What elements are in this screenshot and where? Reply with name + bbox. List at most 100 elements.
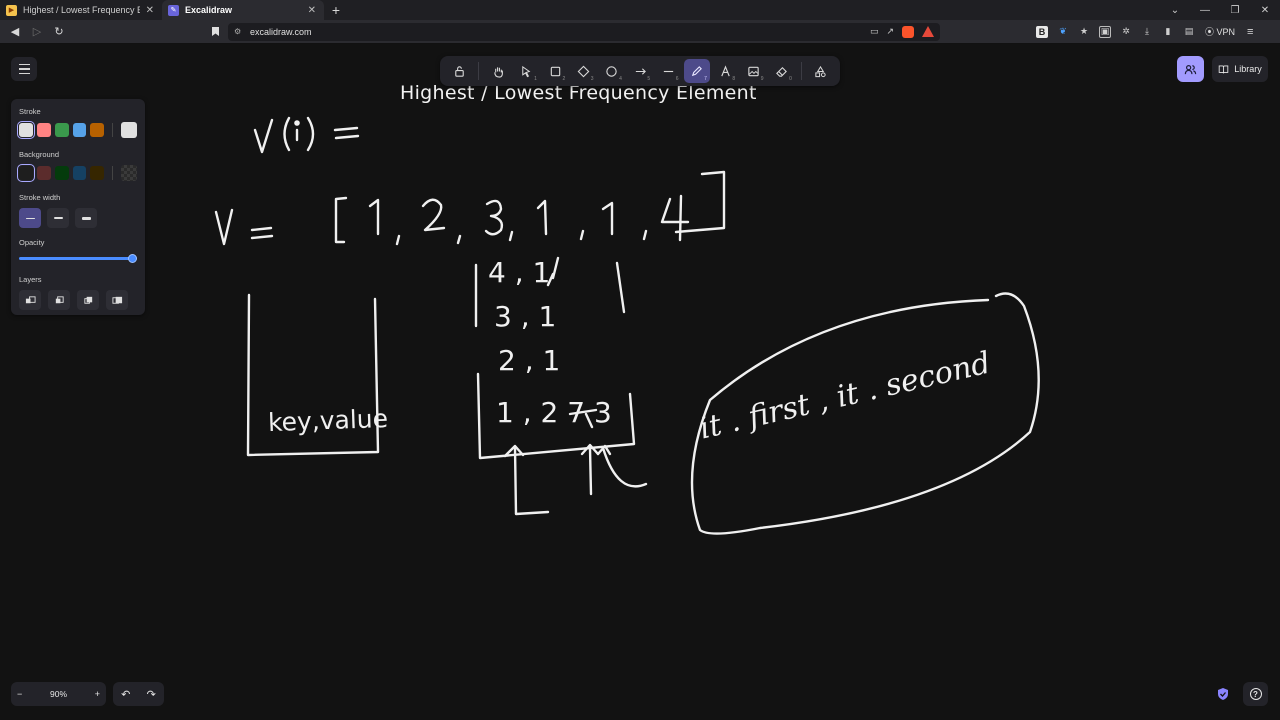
extension-icon[interactable]: ▣ bbox=[1099, 25, 1111, 38]
new-tab-button[interactable]: + bbox=[324, 0, 348, 20]
stroke-color-swatch[interactable] bbox=[72, 123, 87, 137]
window-controls: ⌄ — ❐ ✕ bbox=[1160, 0, 1280, 20]
opacity-knob[interactable] bbox=[128, 254, 137, 263]
background-color-swatch[interactable] bbox=[17, 164, 35, 182]
background-color-swatch[interactable] bbox=[90, 166, 105, 180]
tab-favicon: ▶ bbox=[6, 4, 17, 16]
brave-shields-icon[interactable] bbox=[902, 25, 914, 38]
extension-icons: B ❦ ★ ▣ ✲ ⤓ ▮ ▤ bbox=[1036, 25, 1195, 38]
selection-tool-button[interactable]: 1 bbox=[514, 59, 540, 83]
draw-tool-button[interactable]: 7 bbox=[683, 59, 710, 83]
zoom-reset-button[interactable]: 90% bbox=[50, 689, 67, 699]
tab-close-icon[interactable]: ✕ bbox=[140, 5, 154, 16]
stroke-color-swatch[interactable] bbox=[90, 123, 105, 137]
help-button[interactable]: ? bbox=[1243, 682, 1268, 706]
current-background-color[interactable] bbox=[121, 165, 138, 181]
ellipse-tool-button[interactable]: 4 bbox=[599, 59, 625, 83]
lock-icon bbox=[454, 65, 464, 77]
zoom-out-button[interactable]: − bbox=[17, 689, 22, 699]
collaborate-button[interactable] bbox=[1177, 56, 1204, 82]
eraser-icon bbox=[776, 66, 788, 77]
stroke-width-label: Stroke width bbox=[19, 193, 61, 202]
share-icon[interactable]: ↗ bbox=[886, 26, 894, 37]
line-icon bbox=[663, 70, 674, 72]
bring-to-front-icon bbox=[111, 296, 122, 304]
stroke-width-extra-bold[interactable] bbox=[75, 208, 97, 228]
arrow-icon bbox=[635, 67, 646, 75]
hand-tool-button[interactable] bbox=[485, 59, 511, 83]
background-color-swatch[interactable] bbox=[54, 166, 69, 180]
install-app-icon[interactable]: ▭ bbox=[870, 26, 879, 37]
library-button[interactable]: Library bbox=[1212, 56, 1268, 82]
diamond-tool-button[interactable]: 3 bbox=[570, 59, 596, 83]
book-icon bbox=[1218, 65, 1229, 73]
opacity-track bbox=[19, 257, 137, 260]
eraser-tool-button[interactable]: 0 bbox=[769, 59, 795, 83]
stroke-width-thin[interactable] bbox=[19, 208, 41, 228]
stroke-color-swatch[interactable] bbox=[54, 123, 69, 137]
close-window-button[interactable]: ✕ bbox=[1250, 0, 1280, 20]
shape-toolbar: 1 2 3 4 5 6 7 8 9 0 bbox=[440, 56, 840, 86]
swatch-divider bbox=[112, 123, 114, 137]
star-icon[interactable]: ★ bbox=[1078, 26, 1090, 38]
sidebar-icon[interactable]: ▮ bbox=[1162, 26, 1174, 38]
wallet-icon[interactable]: ▤ bbox=[1183, 26, 1195, 38]
properties-panel: Stroke Background Stroke width Opacity L… bbox=[11, 99, 145, 315]
layers-label: Layers bbox=[19, 275, 42, 284]
opacity-slider[interactable] bbox=[19, 253, 137, 263]
opacity-label: Opacity bbox=[19, 238, 45, 247]
main-menu-button[interactable] bbox=[11, 57, 37, 81]
extra-tools-button[interactable] bbox=[808, 59, 834, 83]
stroke-width-bold[interactable] bbox=[47, 208, 69, 228]
stroke-color-swatch[interactable] bbox=[17, 121, 35, 139]
box-label: key,value bbox=[267, 403, 389, 438]
text-tool-button[interactable]: 8 bbox=[712, 59, 738, 83]
lock-tool-button[interactable] bbox=[446, 59, 472, 83]
send-backward-button[interactable] bbox=[48, 290, 70, 310]
map-entry: 4 , 1 bbox=[488, 256, 551, 289]
hand-icon bbox=[494, 66, 503, 78]
vpn-button[interactable]: ⦿ VPN bbox=[1205, 25, 1235, 38]
bring-forward-button[interactable] bbox=[77, 290, 99, 310]
puzzle-icon[interactable]: ✲ bbox=[1120, 26, 1132, 38]
address-bar: ◀ ▷ ↻ ⚙ excalidraw.com ▭ ↗ B ❦ ★ ▣ ✲ ⤓ ▮… bbox=[0, 20, 1280, 44]
extension-icon[interactable]: ❦ bbox=[1057, 26, 1069, 38]
tab-search-icon[interactable]: ⌄ bbox=[1160, 0, 1190, 20]
tab-frequency-element[interactable]: ▶ Highest / Lowest Frequency Eleme ✕ bbox=[0, 0, 162, 20]
rectangle-icon bbox=[550, 66, 560, 76]
diamond-icon bbox=[577, 65, 590, 77]
ellipse-icon bbox=[606, 65, 617, 77]
line-tool-button[interactable]: 6 bbox=[655, 59, 681, 83]
browser-menu-icon[interactable]: ≡ bbox=[1247, 26, 1253, 38]
map-entry: 3 , 1 bbox=[494, 300, 557, 333]
url-field[interactable]: ⚙ excalidraw.com ▭ ↗ bbox=[228, 22, 940, 41]
tab-close-icon[interactable]: ✕ bbox=[302, 5, 316, 16]
downloads-icon[interactable]: ⤓ bbox=[1141, 26, 1153, 38]
shield-check-icon[interactable] bbox=[1216, 687, 1230, 701]
bring-to-front-button[interactable] bbox=[106, 290, 128, 310]
send-to-back-button[interactable] bbox=[19, 290, 41, 310]
rectangle-tool-button[interactable]: 2 bbox=[542, 59, 568, 83]
reload-button[interactable]: ↻ bbox=[48, 21, 70, 43]
excalidraw-canvas[interactable]: Highest / Lowest Frequency Element key,v… bbox=[0, 44, 1280, 720]
stroke-color-swatch[interactable] bbox=[36, 123, 51, 137]
tab-excalidraw[interactable]: ✎ Excalidraw ✕ bbox=[162, 0, 324, 20]
forward-button[interactable]: ▷ bbox=[26, 21, 48, 43]
tab-title: Excalidraw bbox=[185, 5, 233, 15]
extension-icon[interactable]: B bbox=[1036, 25, 1048, 38]
zoom-in-button[interactable]: + bbox=[95, 689, 100, 699]
image-tool-button[interactable]: 9 bbox=[740, 59, 766, 83]
current-stroke-color[interactable] bbox=[121, 122, 138, 138]
redo-icon[interactable]: ↷ bbox=[147, 688, 156, 701]
site-info-icon[interactable]: ⚙ bbox=[234, 27, 244, 36]
minimize-button[interactable]: — bbox=[1190, 0, 1220, 20]
background-color-swatch[interactable] bbox=[72, 166, 87, 180]
background-color-swatch[interactable] bbox=[36, 166, 51, 180]
undo-icon[interactable]: ↶ bbox=[121, 688, 130, 701]
maximize-button[interactable]: ❐ bbox=[1220, 0, 1250, 20]
arrow-tool-button[interactable]: 5 bbox=[627, 59, 653, 83]
layer-actions bbox=[19, 290, 137, 310]
back-button[interactable]: ◀ bbox=[4, 21, 26, 43]
bookmark-icon[interactable] bbox=[208, 25, 222, 39]
brave-rewards-icon[interactable] bbox=[922, 26, 934, 37]
